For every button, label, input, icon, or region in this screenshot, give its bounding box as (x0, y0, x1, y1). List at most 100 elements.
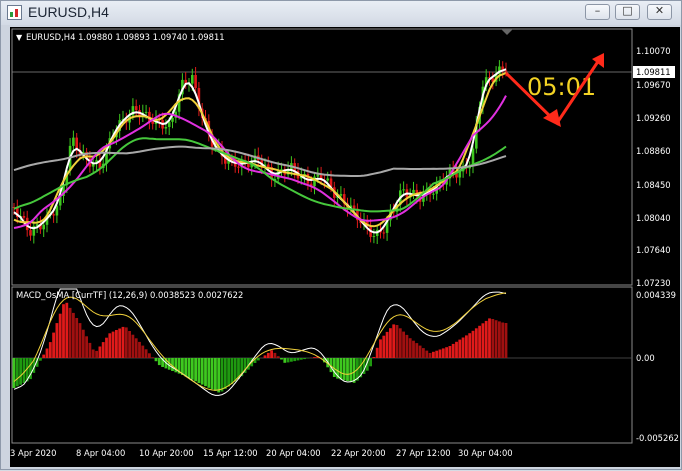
histogram-bar (16, 358, 19, 386)
time-label: 15 Apr 12:00 (203, 448, 258, 458)
histogram-bar (191, 358, 194, 380)
candle-body (151, 121, 154, 124)
candle-body (383, 233, 386, 234)
histogram-bar (412, 341, 415, 358)
histogram-bar (468, 333, 471, 358)
candle-body (165, 127, 168, 129)
histogram-bar (429, 353, 432, 358)
minimize-button[interactable]: – (585, 4, 610, 20)
histogram-bar (42, 355, 45, 358)
histogram-bar (85, 336, 88, 358)
candlestick-series (13, 60, 508, 244)
price-tick: 1.09260 (636, 113, 671, 123)
close-button[interactable]: ✕ (647, 4, 672, 20)
histogram-bar (449, 346, 452, 358)
window-title: EURUSD,H4 (28, 4, 109, 20)
histogram-bar (69, 308, 72, 358)
chart-canvas[interactable]: ▼ EURUSD,H4 1.09880 1.09893 1.09740 1.09… (10, 27, 680, 467)
histogram-bar (224, 358, 227, 389)
histogram-bar (303, 358, 306, 359)
histogram-bar (399, 328, 402, 358)
histogram-bar (19, 358, 22, 385)
macd-tick: -0.005262 (636, 433, 679, 443)
histogram-bar (353, 358, 356, 383)
histogram-bar (217, 358, 220, 392)
histogram-bar (234, 358, 237, 382)
histogram-bar (264, 355, 267, 358)
candle-body (145, 112, 148, 113)
candle-body (267, 165, 270, 168)
histogram-bar (108, 333, 111, 358)
histogram-bar (300, 358, 303, 360)
histogram-bar (145, 349, 148, 358)
histogram-bar (267, 353, 270, 358)
histogram-bar (99, 347, 102, 359)
histogram-bar (458, 340, 461, 358)
histogram-bar (290, 358, 293, 362)
candle-body (168, 122, 171, 127)
histogram-bar (95, 351, 98, 358)
window-titlebar[interactable]: EURUSD,H4 – □ ✕ (1, 1, 681, 25)
current-price-label: 1.09811 (636, 67, 671, 77)
minimize-icon: – (586, 4, 609, 17)
time-label: 22 Apr 20:00 (331, 448, 386, 458)
price-panel-header: EURUSD,H4 1.09880 1.09893 1.09740 1.0981… (26, 32, 225, 42)
histogram-bar (211, 358, 214, 389)
candle-body (505, 71, 508, 72)
price-tick: 1.07230 (636, 278, 671, 288)
histogram-bar (482, 323, 485, 358)
histogram-bar (462, 338, 465, 359)
histogram-bar (280, 358, 283, 360)
histogram-bar (13, 358, 16, 388)
histogram-bar (115, 330, 118, 358)
histogram-bar (498, 321, 501, 358)
histogram-bar (105, 338, 108, 358)
histogram-bar (201, 358, 204, 385)
histogram-bar (297, 358, 300, 360)
histogram-bar (422, 348, 425, 358)
chart-area[interactable]: ▼ EURUSD,H4 1.09880 1.09893 1.09740 1.09… (10, 27, 680, 467)
candle-body (191, 75, 194, 84)
histogram-bar (207, 358, 210, 388)
shift-marker-icon (501, 29, 513, 35)
histogram-bar (181, 358, 184, 375)
histogram-bar (132, 335, 135, 358)
candle-body (171, 118, 174, 122)
close-icon: ✕ (648, 4, 671, 17)
histogram-bar (125, 327, 128, 358)
candle-body (402, 189, 405, 190)
histogram-bar (62, 304, 65, 358)
histogram-bar (445, 347, 448, 358)
histogram-bar (475, 328, 478, 358)
price-tick: 1.08860 (636, 146, 671, 156)
candle-body (52, 214, 55, 215)
histogram-bar (419, 346, 422, 358)
histogram-bar (455, 342, 458, 358)
price-axis: 1.10070 1.09670 1.09260 1.08860 1.08450 … (636, 46, 671, 288)
candle-body (326, 179, 329, 181)
time-label: 8 Apr 04:00 (76, 448, 125, 458)
histogram-bar (72, 313, 75, 358)
histogram-bar (488, 318, 491, 358)
histogram-bar (198, 358, 201, 383)
histogram-bar (432, 352, 435, 358)
histogram-bar (151, 357, 154, 358)
histogram-bar (158, 358, 161, 365)
histogram-bar (148, 353, 151, 358)
candle-body (29, 230, 32, 236)
histogram-bar (382, 336, 385, 358)
candle-body (237, 167, 240, 168)
histogram-bar (122, 327, 125, 358)
maximize-button[interactable]: □ (615, 4, 640, 20)
histogram-bar (452, 344, 455, 358)
candle-body (23, 216, 26, 218)
histogram-bar (373, 357, 376, 358)
histogram-bar (369, 358, 372, 366)
maximize-icon: □ (616, 4, 639, 17)
price-tick: 1.08450 (636, 180, 671, 190)
histogram-bar (141, 346, 144, 358)
histogram-bar (505, 323, 508, 358)
histogram-bar (102, 342, 105, 358)
time-label: 27 Apr 12:00 (396, 448, 451, 458)
histogram-bar (214, 358, 217, 391)
